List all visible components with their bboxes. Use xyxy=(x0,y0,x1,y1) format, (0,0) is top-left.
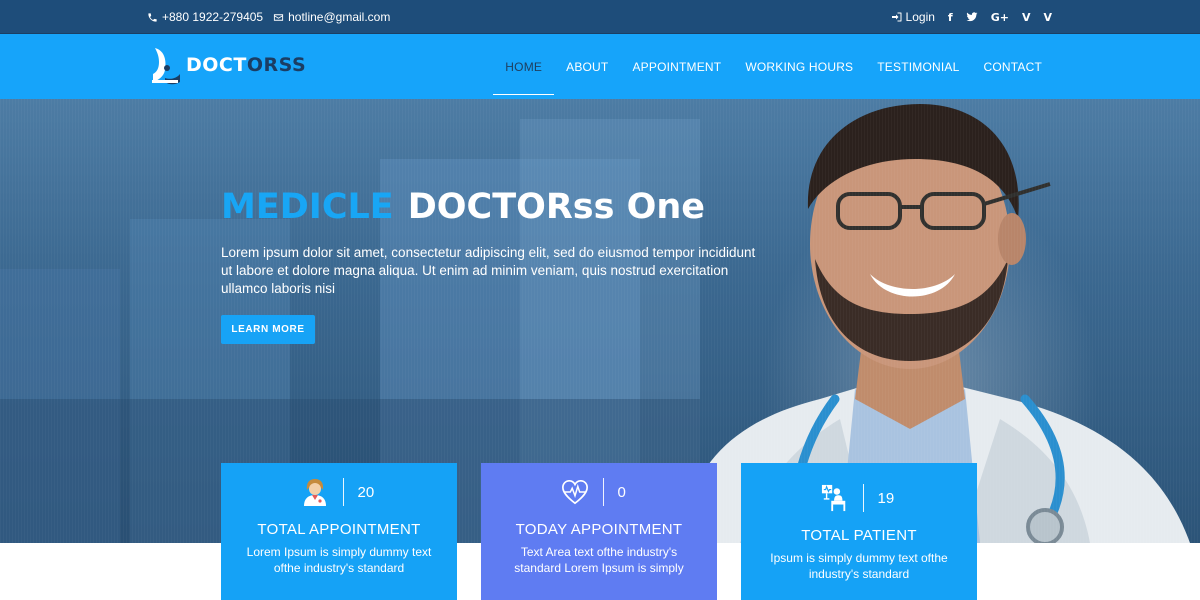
nav-testimonial[interactable]: TESTIMONIAL xyxy=(865,47,971,87)
stat-text: Text Area text ofthe industry's standard… xyxy=(514,545,684,575)
hero-title-main: DOCTORss One xyxy=(407,187,706,227)
brand-part2: ORSS xyxy=(246,54,307,76)
contact-info: +880 1922-279405 hotline@gmail.com xyxy=(147,0,390,34)
stat-card-total-patient: 19 TOTAL PATIENT Ipsum is simply dummy t… xyxy=(741,463,977,600)
sign-in-icon xyxy=(891,12,902,22)
doctor-woman-icon xyxy=(301,478,329,506)
vine-icon[interactable]: V xyxy=(1043,11,1052,24)
stat-divider xyxy=(342,478,344,506)
hero-title-accent: MEDICLE xyxy=(221,187,394,227)
email-item[interactable]: hotline@gmail.com xyxy=(273,10,390,24)
login-label: Login xyxy=(905,10,935,24)
facebook-icon[interactable]: f xyxy=(948,11,953,24)
login-link[interactable]: Login xyxy=(891,10,935,24)
nav-working-hours[interactable]: WORKING HOURS xyxy=(733,47,865,87)
main-navbar: DOCTORSS HOME ABOUT APPOINTMENT WORKING … xyxy=(0,34,1200,99)
patient-bed-icon xyxy=(821,484,849,512)
stat-card-total-appointment: 20 TOTAL APPOINTMENT Lorem Ipsum is simp… xyxy=(221,463,457,600)
stat-label: TOTAL PATIENT xyxy=(801,527,917,544)
google-plus-icon[interactable]: G+ xyxy=(991,11,1009,24)
nav-about[interactable]: ABOUT xyxy=(554,47,620,87)
hero-description: Lorem ipsum dolor sit amet, consectetur … xyxy=(221,245,756,296)
logo-mark-icon xyxy=(152,48,180,85)
stat-divider xyxy=(602,478,604,506)
stat-text: Lorem Ipsum is simply dummy text ofthe i… xyxy=(246,545,432,575)
stat-number: 20 xyxy=(357,483,375,501)
email-address[interactable]: hotline@gmail.com xyxy=(288,10,390,24)
envelope-icon xyxy=(274,13,284,21)
brand-wordmark: DOCTORSS xyxy=(186,54,306,76)
main-menu: HOME ABOUT APPOINTMENT WORKING HOURS TES… xyxy=(493,34,1054,99)
top-bar: +880 1922-279405 hotline@gmail.com Login… xyxy=(0,0,1200,34)
learn-more-button[interactable]: LEARN MORE xyxy=(221,315,315,344)
topbar-right: Login f G+ V V xyxy=(891,0,1052,34)
heartbeat-icon xyxy=(561,478,589,506)
phone-icon xyxy=(148,12,157,22)
nav-home[interactable]: HOME xyxy=(493,47,554,95)
stat-text: Ipsum is simply dummy text ofthe industr… xyxy=(770,551,948,581)
brand-part1: DOCT xyxy=(186,54,247,76)
stat-card-today-appointment: 0 TODAY APPOINTMENT Text Area text ofthe… xyxy=(481,463,717,600)
stat-label: TODAY APPOINTMENT xyxy=(515,521,683,538)
stat-number: 0 xyxy=(617,483,626,501)
stat-label: TOTAL APPOINTMENT xyxy=(257,521,421,538)
stat-number: 19 xyxy=(877,489,895,507)
nav-contact[interactable]: CONTACT xyxy=(971,47,1054,87)
twitter-icon[interactable] xyxy=(966,11,978,23)
stat-card-header: 0 xyxy=(481,463,717,521)
hero-title: MEDICLE DOCTORss One xyxy=(221,187,705,227)
phone-number: +880 1922-279405 xyxy=(162,10,264,24)
stat-card-header: 19 xyxy=(741,463,977,527)
nav-appointment[interactable]: APPOINTMENT xyxy=(620,47,733,87)
brand-logo[interactable]: DOCTORSS xyxy=(149,43,306,87)
stat-divider xyxy=(862,484,864,512)
vimeo-icon[interactable]: V xyxy=(1022,11,1031,24)
stat-card-header: 20 xyxy=(221,463,457,521)
phone-item: +880 1922-279405 xyxy=(147,10,263,24)
